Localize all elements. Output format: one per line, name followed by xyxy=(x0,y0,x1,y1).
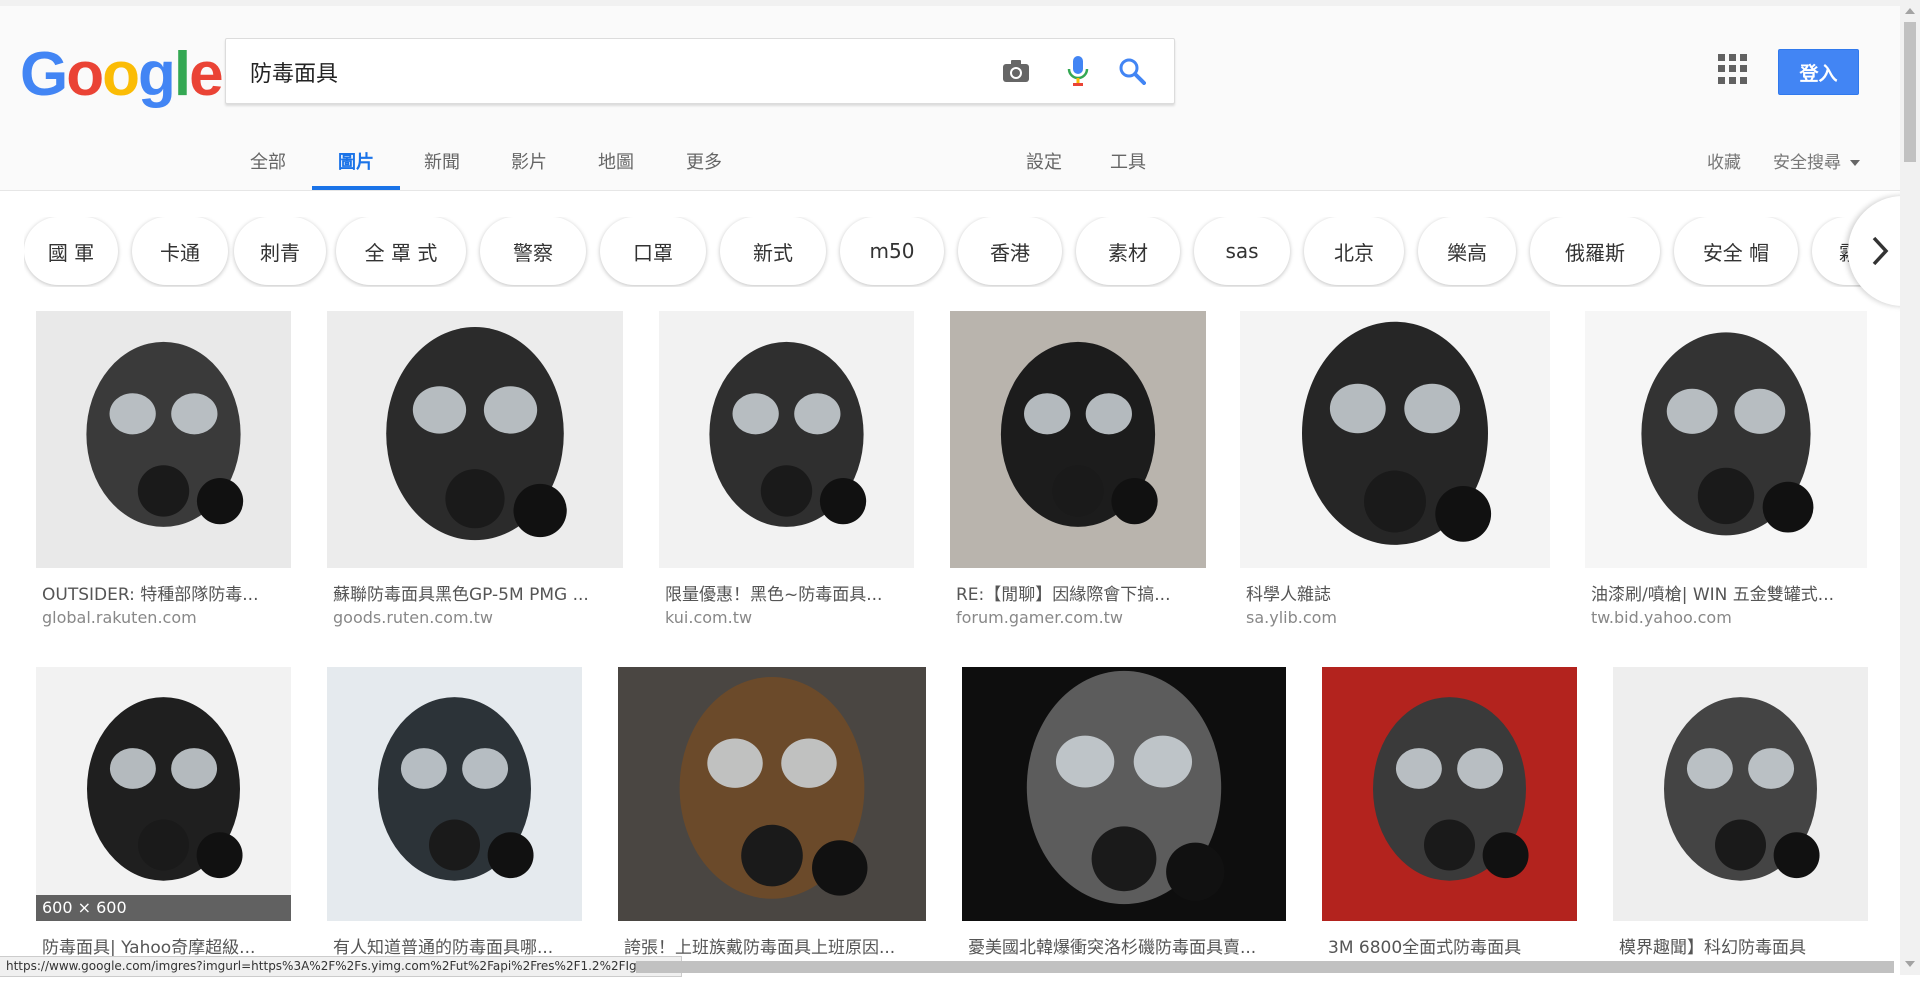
result-thumbnail[interactable] xyxy=(618,667,926,921)
related-chip[interactable]: 國 軍 xyxy=(24,217,118,285)
result-thumbnail[interactable] xyxy=(962,667,1286,921)
camera-icon[interactable] xyxy=(998,53,1034,89)
result-thumbnail[interactable] xyxy=(36,311,291,568)
result-thumbnail[interactable]: 600 × 600 xyxy=(36,667,291,921)
logo-letter: e xyxy=(189,40,224,109)
safesearch-label: 安全搜尋 xyxy=(1773,153,1841,173)
tools-link[interactable]: 工具 xyxy=(1110,138,1146,190)
collections-link[interactable]: 收藏 xyxy=(1707,138,1741,188)
result-domain[interactable]: kui.com.tw xyxy=(665,608,752,627)
result-thumbnail[interactable] xyxy=(1585,311,1867,568)
apps-grid-icon[interactable] xyxy=(1718,54,1748,84)
result-title[interactable]: 模界趣聞】科幻防毒面具 xyxy=(1619,933,1868,958)
search-icon[interactable] xyxy=(1114,53,1150,89)
image-result[interactable]: 有人知道普通的防毒面具哪... xyxy=(327,667,582,991)
result-title[interactable]: 科學人雜誌 xyxy=(1246,580,1550,605)
related-chip[interactable]: 新式 xyxy=(720,217,826,285)
related-chip[interactable]: 卡通 xyxy=(132,217,228,285)
scroll-thumb[interactable] xyxy=(1904,22,1916,162)
microphone-icon[interactable] xyxy=(1060,53,1096,89)
related-chip[interactable]: 安全 帽 xyxy=(1674,217,1798,285)
tab-images[interactable]: 圖片 xyxy=(312,138,400,190)
result-domain[interactable]: goods.ruten.com.tw xyxy=(333,608,493,627)
result-thumbnail[interactable] xyxy=(1613,667,1868,921)
image-result[interactable]: 600 × 600 防毒面具| Yahoo奇摩超級... xyxy=(36,667,291,991)
related-chip[interactable]: 樂高 xyxy=(1418,217,1516,285)
result-title[interactable]: RE:【閒聊】因緣際會下搞... xyxy=(956,580,1206,605)
chevron-right-icon xyxy=(1872,236,1889,266)
result-thumbnail[interactable] xyxy=(950,311,1206,568)
related-chip[interactable]: 香港 xyxy=(958,217,1062,285)
related-chip[interactable]: 警察 xyxy=(480,217,586,285)
result-title[interactable]: 油漆刷/噴槍| WIN 五金雙罐式... xyxy=(1591,580,1867,605)
logo-letter: G xyxy=(20,40,68,109)
related-chip[interactable]: 素材 xyxy=(1076,217,1180,285)
related-chip[interactable]: 刺青 xyxy=(234,217,326,285)
search-tabs: 全部 圖片 新聞 影片 地圖 更多 設定 工具 xyxy=(0,138,1900,190)
related-chip[interactable]: 北京 xyxy=(1304,217,1404,285)
tab-more[interactable]: 更多 xyxy=(686,138,722,190)
result-thumbnail[interactable] xyxy=(659,311,914,568)
search-input[interactable] xyxy=(248,39,972,105)
result-title[interactable]: 憂美國北韓爆衝突洛杉磯防毒面具賣... xyxy=(968,933,1286,958)
result-domain[interactable]: sa.ylib.com xyxy=(1246,608,1337,627)
image-result[interactable]: 誇張！上班族戴防毒面具上班原因... xyxy=(618,667,926,991)
result-title[interactable]: 3M 6800全面式防毒面具 xyxy=(1328,933,1577,958)
result-domain[interactable]: forum.gamer.com.tw xyxy=(956,608,1123,627)
result-title[interactable]: 限量優惠！黑色~防毒面具... xyxy=(665,580,914,605)
related-chip[interactable]: m50 xyxy=(840,217,944,285)
result-domain[interactable]: global.rakuten.com xyxy=(42,608,197,627)
related-chip[interactable]: 俄羅斯 xyxy=(1530,217,1660,285)
scroll-up-icon[interactable] xyxy=(1905,8,1915,14)
result-thumbnail[interactable] xyxy=(1322,667,1577,921)
tab-videos[interactable]: 影片 xyxy=(511,138,547,190)
vertical-scrollbar[interactable] xyxy=(1900,0,1920,975)
settings-link[interactable]: 設定 xyxy=(1026,138,1062,190)
image-result[interactable]: 憂美國北韓爆衝突洛杉磯防毒面具賣... xyxy=(962,667,1286,991)
image-result[interactable]: 科學人雜誌 sa.ylib.com xyxy=(1240,311,1550,638)
google-logo[interactable]: Google xyxy=(20,44,224,106)
image-result[interactable]: 3M 6800全面式防毒面具 xyxy=(1322,667,1577,991)
image-result[interactable]: 模界趣聞】科幻防毒面具 xyxy=(1613,667,1868,991)
result-thumbnail[interactable] xyxy=(327,667,582,921)
image-result[interactable]: RE:【閒聊】因緣際會下搞... forum.gamer.com.tw xyxy=(950,311,1206,638)
related-chips-row: 國 軍卡通刺青全 罩 式警察口罩新式m50香港素材sas北京樂高俄羅斯安全 帽霧… xyxy=(24,217,1904,287)
result-domain[interactable]: tw.bid.yahoo.com xyxy=(1591,608,1732,627)
safesearch-dropdown[interactable]: 安全搜尋 xyxy=(1773,138,1861,188)
image-result[interactable]: 油漆刷/噴槍| WIN 五金雙罐式... tw.bid.yahoo.com xyxy=(1585,311,1867,638)
result-thumbnail[interactable] xyxy=(327,311,623,568)
related-chip[interactable]: 口罩 xyxy=(600,217,706,285)
image-result[interactable]: 蘇聯防毒面具黑色GP-5M PMG ... goods.ruten.com.tw xyxy=(327,311,623,638)
image-result[interactable]: 限量優惠！黑色~防毒面具... kui.com.tw xyxy=(659,311,914,638)
tab-all[interactable]: 全部 xyxy=(250,138,286,190)
sign-in-button[interactable]: 登入 xyxy=(1778,49,1859,95)
scroll-down-icon[interactable] xyxy=(1905,961,1915,967)
result-title[interactable]: 蘇聯防毒面具黑色GP-5M PMG ... xyxy=(333,580,623,605)
horizontal-scrollbar[interactable] xyxy=(636,961,1894,973)
result-thumbnail[interactable] xyxy=(1240,311,1550,568)
header: Google 登入 全部 圖片 新聞 影片 地圖 更多 設定 工具 收藏 安全搜… xyxy=(0,6,1900,191)
image-result[interactable]: OUTSIDER: 特種部隊防毒... global.rakuten.com xyxy=(36,311,291,638)
result-title[interactable]: 防毒面具| Yahoo奇摩超級... xyxy=(42,933,291,958)
search-box xyxy=(225,38,1175,105)
tab-news[interactable]: 新聞 xyxy=(424,138,460,190)
image-dimensions-badge: 600 × 600 xyxy=(36,895,291,921)
related-chip[interactable]: sas xyxy=(1194,217,1290,285)
status-bar-url: https://www.google.com/imgres?imgurl=htt… xyxy=(0,956,683,977)
logo-letter: g xyxy=(137,40,176,109)
logo-letter: o xyxy=(66,40,104,109)
logo-letter: l xyxy=(173,40,191,109)
result-title[interactable]: 有人知道普通的防毒面具哪... xyxy=(333,933,582,958)
result-title[interactable]: 誇張！上班族戴防毒面具上班原因... xyxy=(624,933,926,958)
caret-down-icon xyxy=(1850,160,1861,166)
related-chip[interactable]: 全 罩 式 xyxy=(336,217,466,285)
result-title[interactable]: OUTSIDER: 特種部隊防毒... xyxy=(42,580,291,605)
logo-letter: o xyxy=(102,40,140,109)
tab-maps[interactable]: 地圖 xyxy=(598,138,634,190)
